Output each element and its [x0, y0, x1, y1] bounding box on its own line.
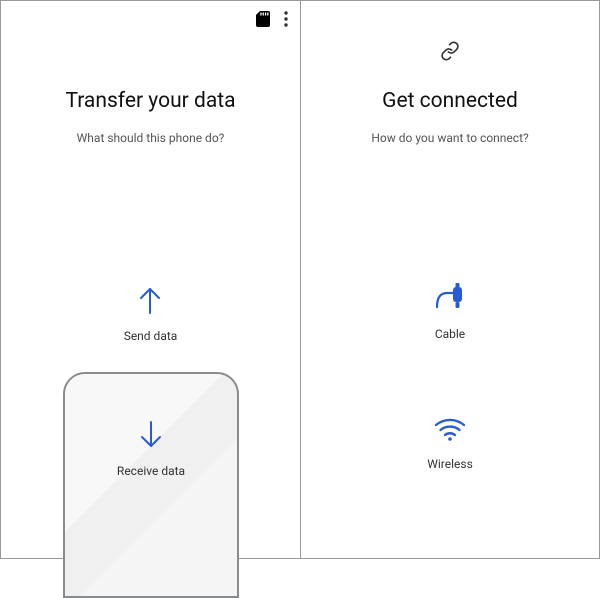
connect-title: Get connected: [301, 89, 599, 113]
link-icon: [440, 46, 460, 65]
arrow-up-icon: [136, 300, 164, 319]
send-option[interactable]: Send data: [1, 285, 300, 344]
transfer-pane: Transfer your data What should this phon…: [1, 1, 301, 558]
wifi-icon: [434, 428, 466, 447]
arrow-down-icon: [137, 435, 165, 454]
cable-label: Cable: [433, 327, 467, 341]
link-icon-wrap: [301, 41, 599, 65]
toolbar: [256, 11, 288, 31]
receive-label: Receive data: [65, 464, 237, 478]
send-label: Send data: [124, 329, 178, 343]
connect-pane: Get connected How do you want to connect…: [301, 1, 599, 558]
wireless-label: Wireless: [427, 457, 473, 471]
wireless-option[interactable]: Wireless: [301, 417, 599, 472]
cable-icon: [433, 298, 467, 317]
more-options-icon[interactable]: [284, 11, 288, 31]
transfer-title: Transfer your data: [1, 89, 300, 113]
sd-card-icon[interactable]: [256, 11, 270, 31]
cable-option[interactable]: Cable: [301, 283, 599, 342]
two-pane-container: Transfer your data What should this phon…: [0, 0, 600, 559]
connect-subtitle: How do you want to connect?: [301, 131, 599, 145]
transfer-subtitle: What should this phone do?: [1, 131, 300, 145]
receive-option[interactable]: Receive data: [63, 372, 239, 598]
